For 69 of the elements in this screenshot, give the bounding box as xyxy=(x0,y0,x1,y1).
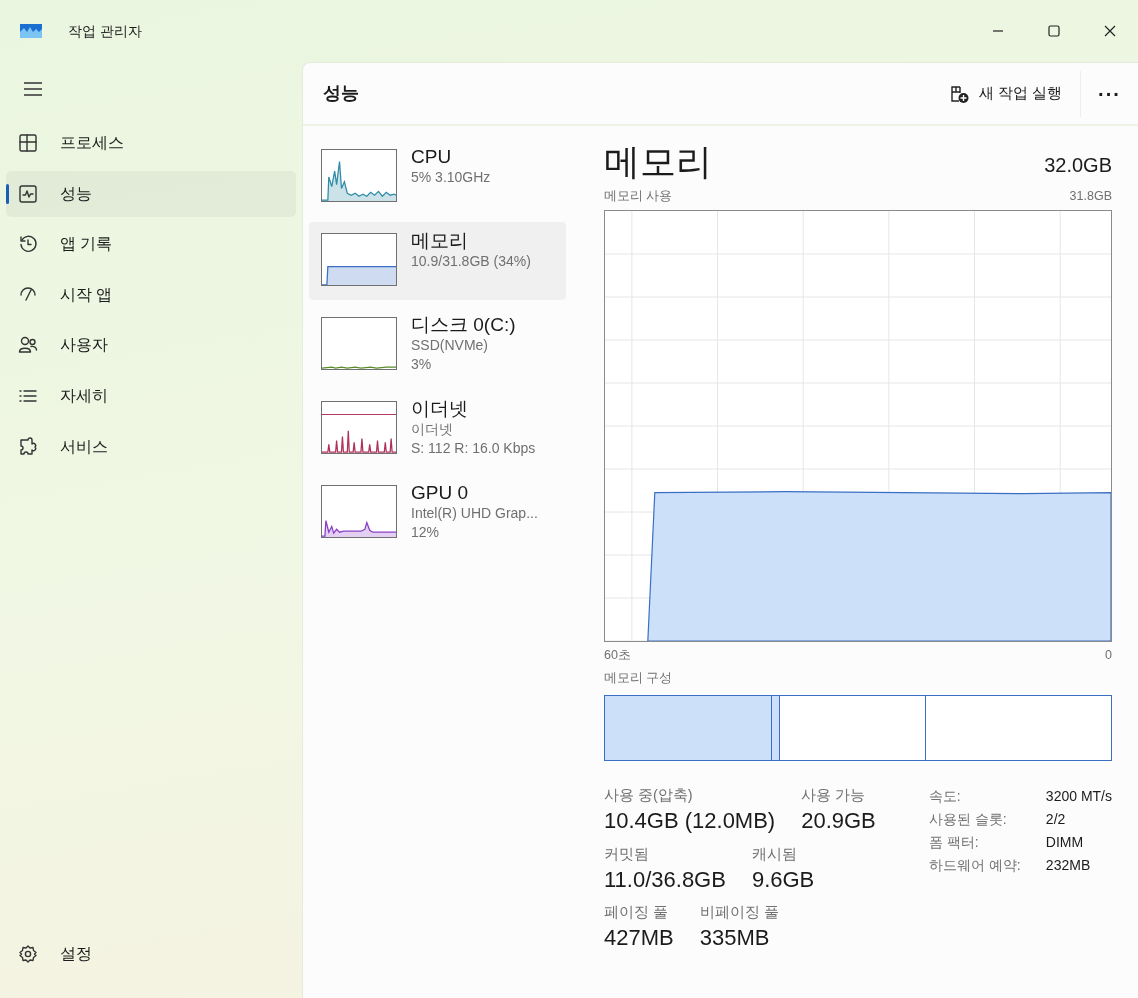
history-icon xyxy=(18,234,38,255)
sidebar-item[interactable]: 자세히 xyxy=(6,372,296,419)
puzzle-icon xyxy=(18,436,38,457)
stat-label: 사용 가능 xyxy=(801,786,867,806)
spec-value: DIMM xyxy=(1045,833,1084,853)
device-item[interactable]: GPU 0 Intel(R) UHD Grap... 12% xyxy=(309,474,566,552)
pulse-icon xyxy=(18,183,38,204)
spec-label: 속도: xyxy=(928,787,962,807)
new-task-icon xyxy=(948,83,969,104)
device-detail: SSD(NVMe) xyxy=(411,335,489,355)
close-icon xyxy=(1104,25,1116,37)
device-detail: 3% xyxy=(411,354,433,374)
device-name: 디스크 0(C:) xyxy=(411,314,516,336)
stat-label: 커밋됨 xyxy=(604,844,650,864)
spec-label: 하드웨어 예약: xyxy=(928,856,1022,876)
stat-value: 20.9GB xyxy=(801,807,876,836)
device-name: 이더넷 xyxy=(411,398,469,420)
menu-icon xyxy=(24,82,42,96)
stat-label: 비페이징 풀 xyxy=(699,903,779,923)
device-detail: Intel(R) UHD Grap... xyxy=(411,503,538,523)
graph-label: 메모리 사용 xyxy=(604,188,673,206)
page-title: 성능 xyxy=(323,82,359,105)
device-detail: 5% 3.10GHz xyxy=(411,167,491,187)
app-icon xyxy=(20,24,42,38)
settings-icon xyxy=(18,944,38,965)
sidebar-item[interactable]: 성능 xyxy=(6,170,296,217)
device-name: GPU 0 xyxy=(411,482,470,504)
device-detail: S: 112 R: 16.0 Kbps xyxy=(411,438,536,458)
stat-value: 9.6GB xyxy=(751,865,815,894)
total-memory: 32.0GB xyxy=(1044,153,1112,178)
composition-label: 메모리 구성 xyxy=(604,669,674,687)
stat-label: 캐시됨 xyxy=(751,844,798,864)
users-icon xyxy=(18,335,38,356)
device-detail: 12% xyxy=(411,522,441,542)
device-item[interactable]: 메모리 10.9/31.8GB (34%) xyxy=(309,222,566,300)
device-detail: 이더넷 xyxy=(411,419,454,439)
grid-icon xyxy=(18,133,38,153)
detail-title: 메모리 xyxy=(604,140,712,184)
stat-value: 10.4GB (12.0MB) xyxy=(604,807,776,836)
stat-label: 사용 중(압축) xyxy=(604,786,694,806)
graph-max: 31.8GB xyxy=(1069,188,1112,206)
run-new-task-button[interactable]: 새 작업 실행 xyxy=(938,76,1072,111)
sidebar-item[interactable]: 사용자 xyxy=(6,322,296,369)
settings-item[interactable]: 설정 xyxy=(6,931,296,978)
device-item[interactable]: 디스크 0(C:) SSD(NVMe) 3% xyxy=(309,306,566,384)
device-name: 메모리 xyxy=(411,230,469,252)
selection-indicator xyxy=(6,183,9,204)
device-item[interactable]: CPU 5% 3.10GHz xyxy=(309,138,566,216)
maximize-icon xyxy=(1048,25,1060,37)
stat-value: 427MB xyxy=(604,923,674,952)
axis-label: 60초 xyxy=(604,646,631,664)
stat-label: 페이징 풀 xyxy=(604,903,670,923)
window-title: 작업 관리자 xyxy=(68,21,142,41)
spec-label: 폼 팩터: xyxy=(928,833,980,853)
sidebar-item[interactable]: 서비스 xyxy=(6,423,296,470)
sidebar-item[interactable]: 프로세스 xyxy=(6,120,296,166)
stat-value: 11.0/36.8GB xyxy=(604,865,726,894)
sidebar-item[interactable]: 시작 앱 xyxy=(6,271,296,318)
stat-value: 335MB xyxy=(699,923,771,952)
device-detail: 10.9/31.8GB (34%) xyxy=(411,251,531,271)
axis-label: 0 xyxy=(1105,646,1112,664)
more-button[interactable]: ··· xyxy=(1080,70,1138,117)
spec-label: 사용된 슬롯: xyxy=(928,810,1008,830)
sidebar-item[interactable]: 앱 기록 xyxy=(6,221,296,268)
device-item[interactable]: 이더넷 이더넷 S: 112 R: 16.0 Kbps xyxy=(309,390,566,468)
spec-value: 3200 MT/s xyxy=(1045,787,1112,807)
spec-value: 232MB xyxy=(1045,856,1091,876)
device-name: CPU xyxy=(411,146,453,168)
spec-value: 2/2 xyxy=(1045,810,1066,830)
